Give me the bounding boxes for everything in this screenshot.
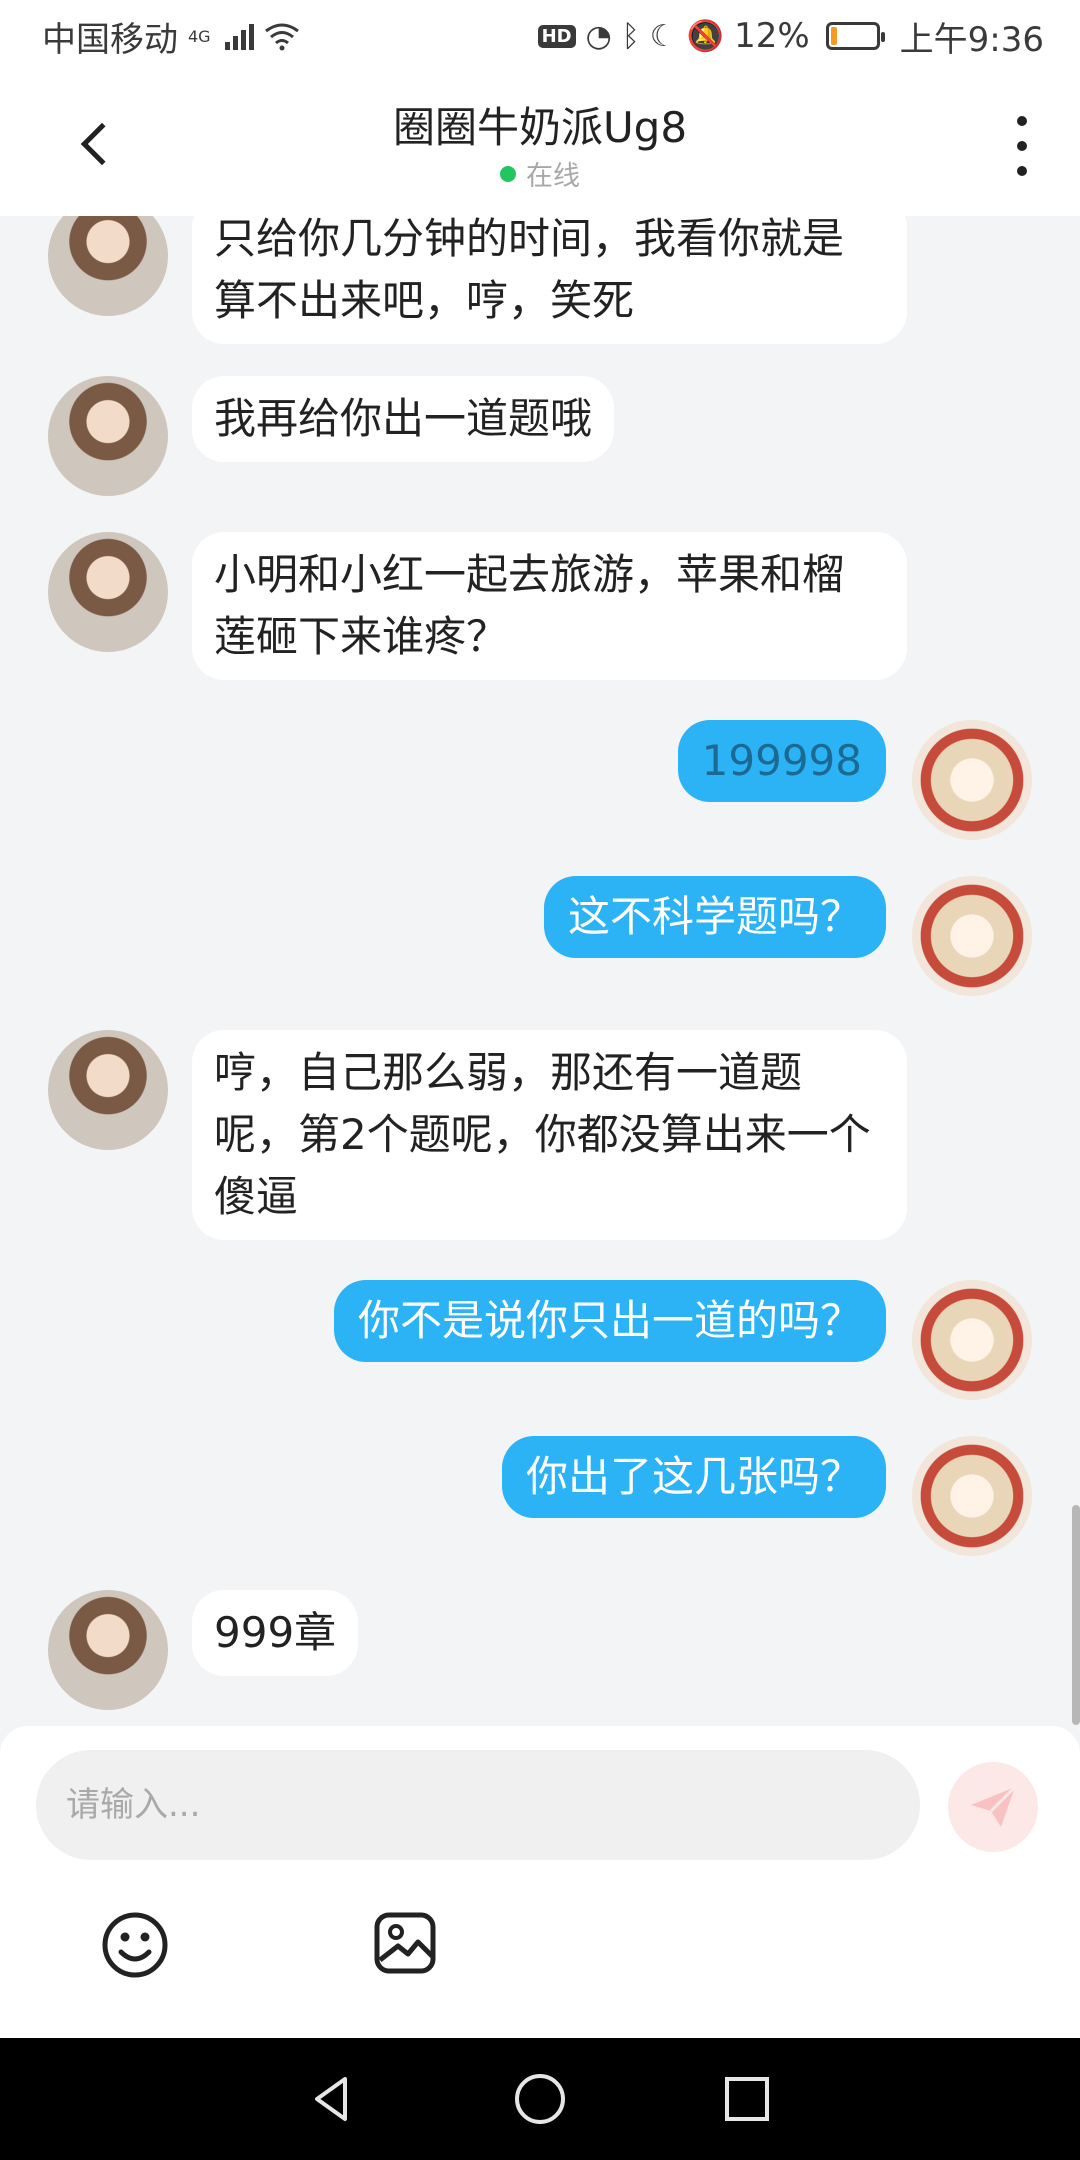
smiley-icon[interactable]: [100, 1910, 170, 1980]
network-type: 4G: [188, 26, 211, 46]
message-bubble[interactable]: 我再给你出一道题哦: [192, 376, 615, 462]
message-bubble[interactable]: 你不是说你只出一道的吗？: [333, 1280, 886, 1362]
more-vertical-icon: [1017, 116, 1027, 126]
send-button[interactable]: [948, 1762, 1038, 1852]
message-bubble[interactable]: 999章: [192, 1590, 359, 1676]
paper-plane-icon: [971, 1785, 1017, 1827]
status-bar: 中国移动 4G HD ◔ ᛒ ☾ 🔕 12% 上午9:36: [0, 0, 1080, 72]
status-left: 中国移动 4G: [42, 12, 300, 61]
message-list[interactable]: 只给你几分钟的时间，我看你就是算不出来吧，哼，笑死 我再给你出一道题哦 小明和小…: [0, 216, 1080, 1726]
battery-percent: 12%: [734, 16, 810, 56]
wifi-icon: [264, 23, 299, 51]
chat-scrollbar[interactable]: [1072, 1505, 1080, 1725]
message-bubble[interactable]: 这不科学题吗？: [543, 876, 886, 958]
nav-home-button[interactable]: [510, 2069, 570, 2129]
moon-icon: ☾: [649, 18, 677, 54]
signal-icon: [224, 22, 254, 50]
composer: [0, 1726, 1080, 2038]
message-incoming: 我再给你出一道题哦: [48, 376, 615, 496]
battery-icon: [825, 22, 885, 50]
contact-name: 圈圈牛奶派Ug8: [392, 103, 688, 152]
user-avatar[interactable]: [912, 876, 1032, 996]
contact-avatar[interactable]: [48, 1030, 168, 1150]
nav-recents-button[interactable]: [717, 2069, 777, 2129]
system-nav-bar: [0, 2038, 1080, 2160]
message-bubble[interactable]: 哼，自己那么弱，那还有一道题呢，第2个题呢，你都没算出来一个傻逼: [192, 1030, 907, 1240]
message-bubble[interactable]: 只给你几分钟的时间，我看你就是算不出来吧，哼，笑死: [192, 216, 907, 344]
contact-avatar[interactable]: [48, 216, 168, 316]
triangle-back-icon: [315, 2077, 348, 2121]
image-icon[interactable]: [372, 1910, 438, 1976]
carrier-name: 中国移动: [42, 19, 178, 60]
presence-label: 在线: [526, 161, 580, 192]
mute-bell-icon: 🔕: [686, 18, 725, 54]
message-outgoing: 199998: [677, 720, 1032, 840]
contact-avatar[interactable]: [48, 376, 168, 496]
online-dot-icon: [500, 165, 516, 182]
message-incoming: 999章: [48, 1590, 359, 1710]
message-incoming: 只给你几分钟的时间，我看你就是算不出来吧，哼，笑死: [48, 216, 907, 344]
bluetooth-icon: ᛒ: [621, 18, 640, 54]
message-outgoing: 你不是说你只出一道的吗？: [333, 1280, 1032, 1400]
hd-badge: HD: [537, 24, 576, 48]
user-avatar[interactable]: [912, 1280, 1032, 1400]
message-bubble[interactable]: 199998: [677, 720, 886, 802]
message-outgoing: 这不科学题吗？: [543, 876, 1032, 996]
message-incoming: 哼，自己那么弱，那还有一道题呢，第2个题呢，你都没算出来一个傻逼: [48, 1030, 907, 1240]
contact-avatar[interactable]: [48, 1590, 168, 1710]
message-input[interactable]: [36, 1750, 920, 1860]
user-avatar[interactable]: [912, 1436, 1032, 1556]
battery-level: [830, 27, 837, 45]
message-incoming: 小明和小红一起去旅游，苹果和榴莲砸下来谁疼？: [48, 532, 907, 680]
message-outgoing: 你出了这几张吗？: [501, 1436, 1032, 1556]
nav-back-button[interactable]: [303, 2069, 363, 2129]
user-avatar[interactable]: [912, 720, 1032, 840]
more-options-button[interactable]: [1012, 116, 1032, 176]
data-saver-icon: ◔: [585, 18, 612, 54]
square-recents-icon: [724, 2077, 769, 2121]
presence-status: 在线: [0, 154, 1080, 193]
clock: 上午9:36: [899, 19, 1044, 60]
chat-header: 圈圈牛奶派Ug8 在线: [0, 72, 1080, 216]
contact-avatar[interactable]: [48, 532, 168, 652]
circle-home-icon: [514, 2074, 565, 2124]
message-bubble[interactable]: 你出了这几张吗？: [501, 1436, 886, 1518]
status-right: HD ◔ ᛒ ☾ 🔕 12% 上午9:36: [537, 12, 1044, 61]
message-bubble[interactable]: 小明和小红一起去旅游，苹果和榴莲砸下来谁疼？: [192, 532, 907, 680]
